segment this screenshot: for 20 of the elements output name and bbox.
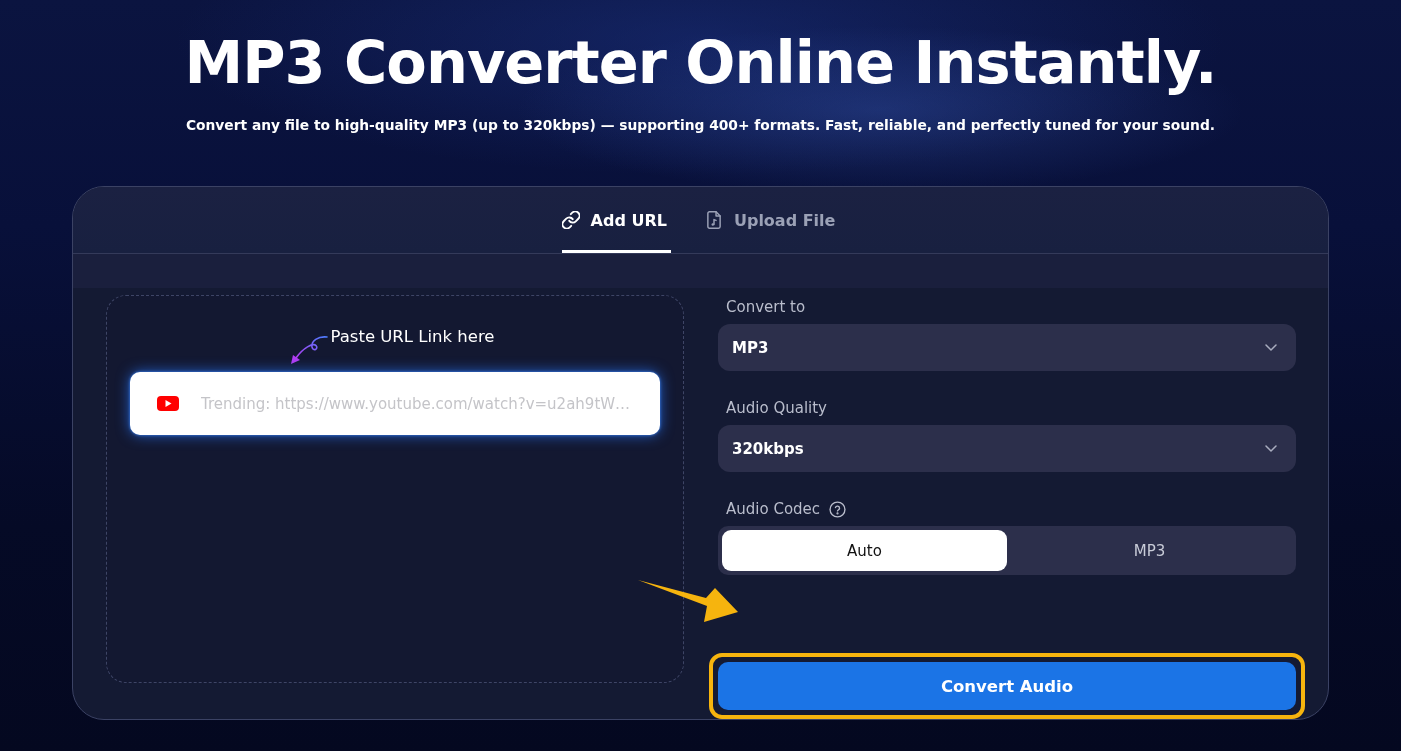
page-subtitle: Convert any file to high-quality MP3 (up to 320kbps) — supporting 400+ formats. Fast, reliable, and perfectly tuned for your sound. (185, 116, 1216, 135)
segment-option[interactable]: MP3 (1007, 530, 1292, 571)
dropdown-select[interactable]: MP3 (718, 324, 1296, 371)
chevron-down-icon (1265, 445, 1277, 452)
segment-option[interactable]: Auto (722, 530, 1007, 571)
convert-button[interactable]: Convert Audio (718, 662, 1296, 710)
field-label: Convert to (726, 298, 806, 316)
music-file-icon (704, 211, 723, 229)
field-label: Audio Quality (726, 399, 827, 417)
field-label: Audio Codec (726, 500, 821, 518)
paste-hint: Paste URL Link here (330, 326, 495, 348)
chevron-down-icon (1265, 344, 1277, 351)
url-input-field[interactable]: Trending: https://www.youtube.com/watch?v=u2ah9tW… (130, 372, 660, 435)
pointer-arrow-icon (637, 578, 739, 623)
tab[interactable]: Upload File (704, 187, 840, 253)
video-play-icon (157, 396, 179, 411)
page-title: MP3 Converter Online Instantly. (184, 28, 1217, 98)
dropdown-select[interactable]: 320kbps (718, 425, 1296, 472)
help-icon[interactable] (829, 500, 847, 518)
link-icon (561, 211, 580, 229)
